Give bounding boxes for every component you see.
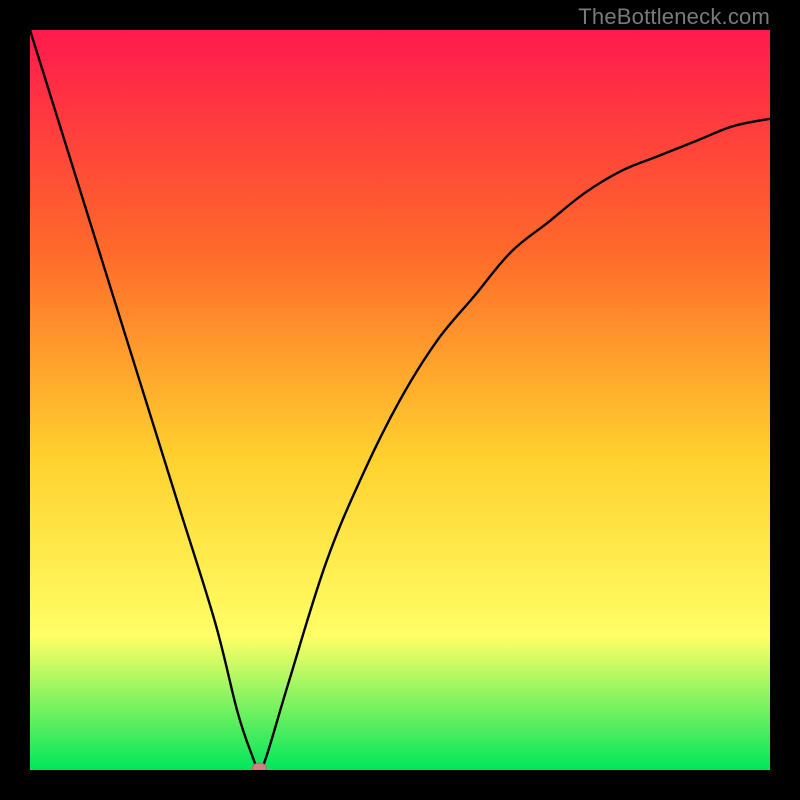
optimal-marker [252,763,266,770]
watermark-text: TheBottleneck.com [578,4,770,30]
plot-svg [30,30,770,770]
chart-frame: TheBottleneck.com [0,0,800,800]
plot-area [30,30,770,770]
